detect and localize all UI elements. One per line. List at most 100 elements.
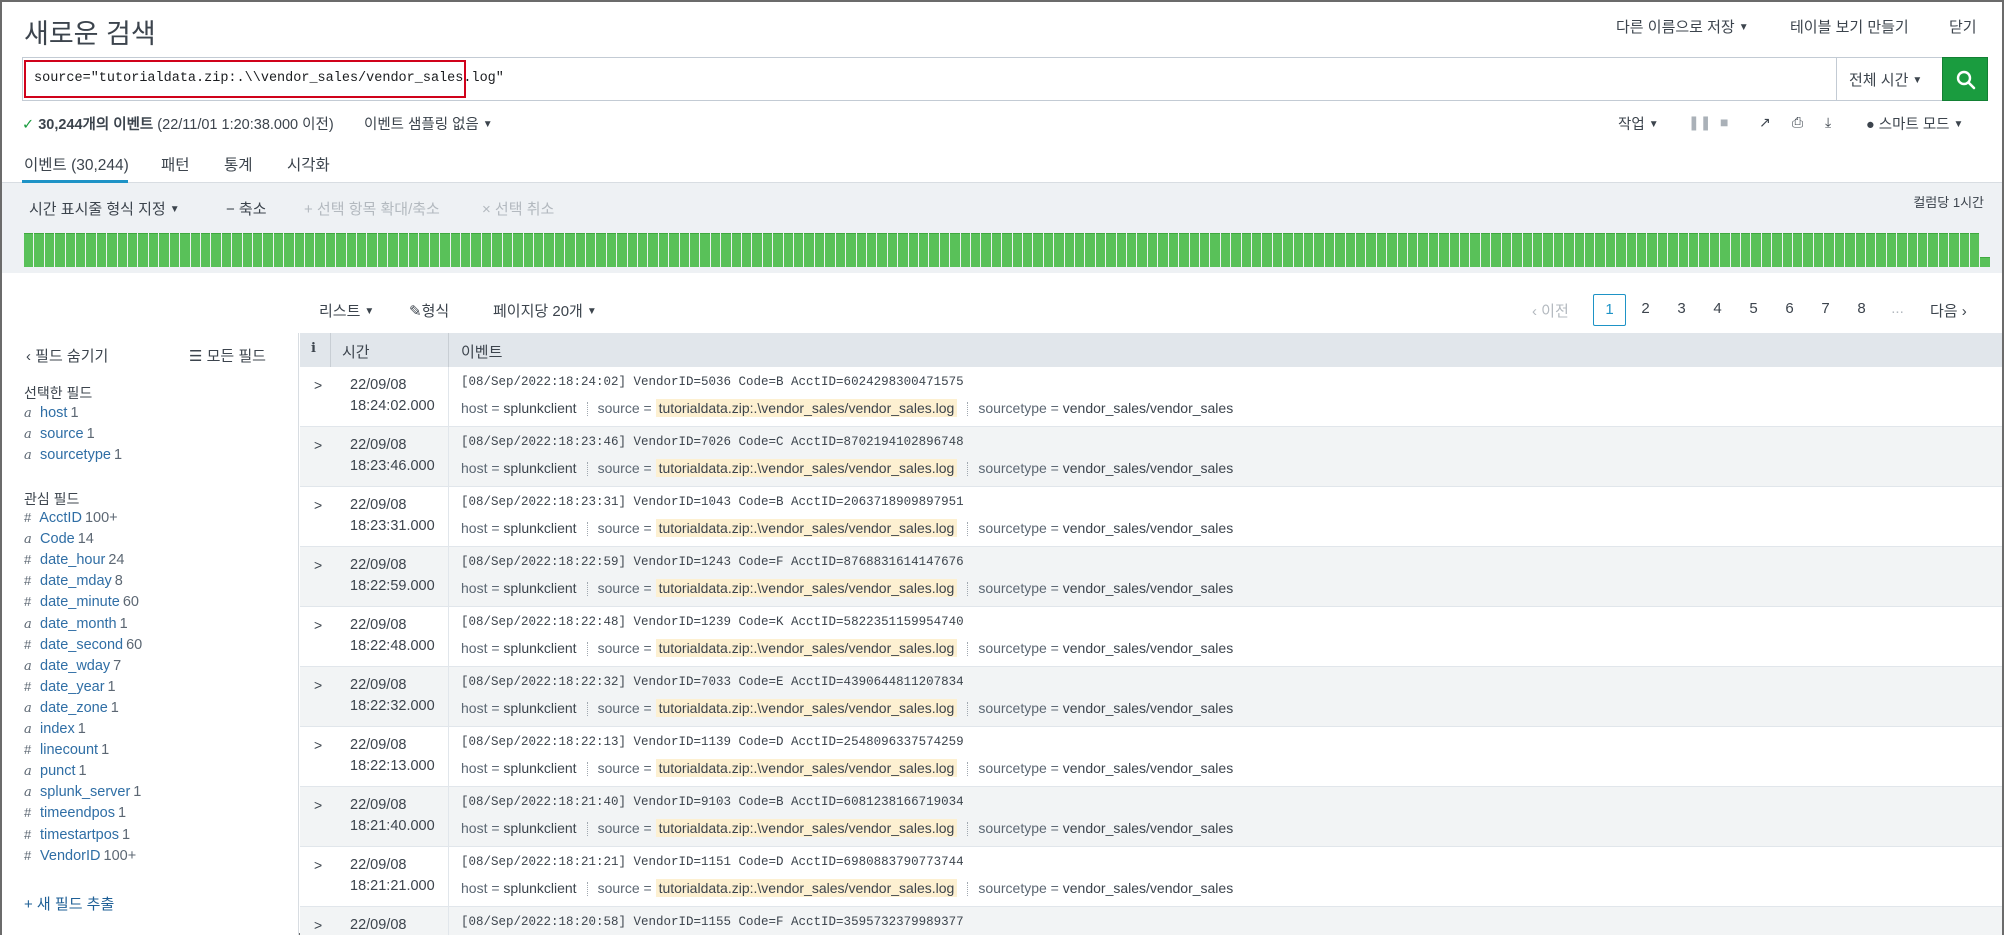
histogram-bar[interactable]: [367, 233, 377, 267]
histogram-bar[interactable]: [1023, 233, 1033, 267]
sourcetype-value[interactable]: vendor_sales/vendor_sales: [1063, 640, 1233, 656]
histogram-bar[interactable]: [1262, 233, 1272, 267]
histogram-bar[interactable]: [679, 233, 689, 267]
histogram-bar[interactable]: [533, 233, 544, 267]
timeline-format-menu[interactable]: 시간 표시줄 형식 지정 ▼: [29, 198, 180, 219]
page-4[interactable]: 4: [1701, 294, 1734, 326]
field-source[interactable]: a source 1: [24, 426, 95, 442]
field-index[interactable]: a index 1: [24, 721, 86, 737]
histogram-bar[interactable]: [1501, 233, 1512, 267]
histogram-bar[interactable]: [929, 233, 939, 267]
histogram-bar[interactable]: [950, 233, 960, 267]
table-row[interactable]: >22/09/08 [08/Sep/2022:18:20:58] VendorID…: [300, 907, 2002, 935]
field-splunk-server[interactable]: a splunk_server 1: [24, 784, 141, 800]
histogram-bar[interactable]: [1012, 233, 1022, 267]
table-row[interactable]: >22/09/08 18:21:21.000 [08/Sep/2022:18:21:…: [300, 847, 2002, 907]
histogram-bar[interactable]: [1189, 233, 1199, 267]
histogram-bar[interactable]: [1959, 233, 1969, 267]
close-button[interactable]: 닫기: [1949, 16, 1977, 37]
all-fields-button[interactable]: ☰ 모든 필드: [189, 345, 266, 366]
histogram-bar[interactable]: [1199, 233, 1210, 267]
field-acctid[interactable]: # AcctID 100+: [24, 510, 118, 526]
event-time[interactable]: 22/09/08 18:21:21.000: [350, 855, 435, 897]
histogram-bar[interactable]: [398, 233, 409, 267]
histogram-bar[interactable]: [24, 233, 34, 267]
histogram-bar[interactable]: [1678, 233, 1688, 267]
histogram-bar[interactable]: [1470, 233, 1480, 267]
histogram-bar[interactable]: [1168, 233, 1179, 267]
field-date-minute[interactable]: # date_minute 60: [24, 594, 139, 610]
histogram-bar[interactable]: [814, 233, 825, 267]
histogram-bar[interactable]: [263, 233, 273, 267]
histogram-bar[interactable]: [939, 233, 950, 267]
histogram-bar[interactable]: [1668, 233, 1678, 267]
histogram-bar[interactable]: [825, 233, 835, 267]
event-time[interactable]: 22/09/08 18:22:48.000: [350, 615, 435, 657]
prev-page-button[interactable]: ‹ 이전: [1532, 300, 1569, 321]
save-as-menu[interactable]: 다른 이름으로 저장 ▼: [1616, 16, 1749, 37]
histogram-bar[interactable]: [1095, 233, 1106, 267]
histogram-bar[interactable]: [1418, 233, 1428, 267]
event-time[interactable]: 22/09/08 18:21:40.000: [350, 795, 435, 837]
histogram-bar[interactable]: [1147, 233, 1158, 267]
histogram-bar[interactable]: [346, 233, 356, 267]
chevron-right-icon[interactable]: >: [314, 677, 322, 693]
sourcetype-value[interactable]: vendor_sales/vendor_sales: [1063, 760, 1233, 776]
histogram-bar[interactable]: [1865, 233, 1876, 267]
host-value[interactable]: splunkclient: [503, 820, 576, 836]
histogram-bar[interactable]: [128, 233, 138, 267]
histogram-bar[interactable]: [1584, 233, 1595, 267]
table-row[interactable]: >22/09/08 18:21:40.000 [08/Sep/2022:18:21:…: [300, 787, 2002, 847]
histogram-bar[interactable]: [190, 233, 200, 267]
print-icon[interactable]: ⎙: [1792, 114, 1803, 131]
histogram-bar[interactable]: [1033, 233, 1043, 267]
page-6[interactable]: 6: [1773, 294, 1806, 326]
histogram-bar[interactable]: [835, 233, 846, 267]
histogram-bar[interactable]: [1834, 233, 1845, 267]
histogram-bar[interactable]: [325, 233, 336, 267]
histogram-bar[interactable]: [565, 233, 575, 267]
histogram-bar[interactable]: [1949, 233, 1959, 267]
histogram-bar[interactable]: [1980, 256, 1990, 267]
histogram-bar[interactable]: [1314, 233, 1324, 267]
histogram-bar[interactable]: [1626, 233, 1636, 267]
histogram-bar[interactable]: [846, 233, 856, 267]
histogram-bar[interactable]: [1356, 233, 1366, 267]
histogram-bar[interactable]: [1106, 233, 1116, 267]
field-code[interactable]: a Code 14: [24, 531, 94, 547]
histogram-bar[interactable]: [1845, 233, 1855, 267]
source-value[interactable]: tutorialdata.zip:.\vendor_sales/vendor_s…: [655, 459, 958, 477]
histogram-bar[interactable]: [1220, 233, 1231, 267]
histogram-bar[interactable]: [596, 233, 606, 267]
event-time[interactable]: 22/09/08 18:22:59.000: [350, 555, 435, 597]
histogram-bar[interactable]: [960, 233, 970, 267]
source-value[interactable]: tutorialdata.zip:.\vendor_sales/vendor_s…: [655, 879, 958, 897]
sourcetype-value[interactable]: vendor_sales/vendor_sales: [1063, 820, 1233, 836]
histogram-bar[interactable]: [388, 233, 398, 267]
histogram-bar[interactable]: [1251, 233, 1262, 267]
histogram-bar[interactable]: [86, 233, 96, 267]
histogram-bar[interactable]: [648, 233, 658, 267]
histogram-bar[interactable]: [273, 233, 284, 267]
field-timestartpos[interactable]: # timestartpos 1: [24, 827, 130, 843]
histogram-bar[interactable]: [991, 233, 1002, 267]
histogram-bar[interactable]: [138, 233, 148, 267]
histogram-bar[interactable]: [169, 233, 180, 267]
histogram-bar[interactable]: [898, 233, 908, 267]
histogram-bar[interactable]: [1928, 233, 1938, 267]
histogram-bar[interactable]: [232, 233, 242, 267]
source-value[interactable]: tutorialdata.zip:.\vendor_sales/vendor_s…: [655, 399, 958, 417]
histogram-bar[interactable]: [336, 233, 346, 267]
share-icon[interactable]: ↗: [1759, 114, 1771, 131]
histogram-bar[interactable]: [1897, 233, 1907, 267]
search-input[interactable]: source="tutorialdata.zip:.\\vendor_sales…: [24, 60, 504, 98]
histogram-bar[interactable]: [1605, 233, 1616, 267]
deselect-button[interactable]: × 선택 취소: [482, 198, 554, 219]
histogram-bar[interactable]: [585, 233, 596, 267]
table-row[interactable]: >22/09/08 18:24:02.000 [08/Sep/2022:18:24:…: [300, 367, 2002, 427]
histogram-bar[interactable]: [180, 233, 190, 267]
source-value[interactable]: tutorialdata.zip:.\vendor_sales/vendor_s…: [655, 639, 958, 657]
field-date-second[interactable]: # date_second 60: [24, 637, 142, 653]
histogram-bar[interactable]: [304, 233, 315, 267]
chevron-right-icon[interactable]: >: [314, 797, 322, 813]
